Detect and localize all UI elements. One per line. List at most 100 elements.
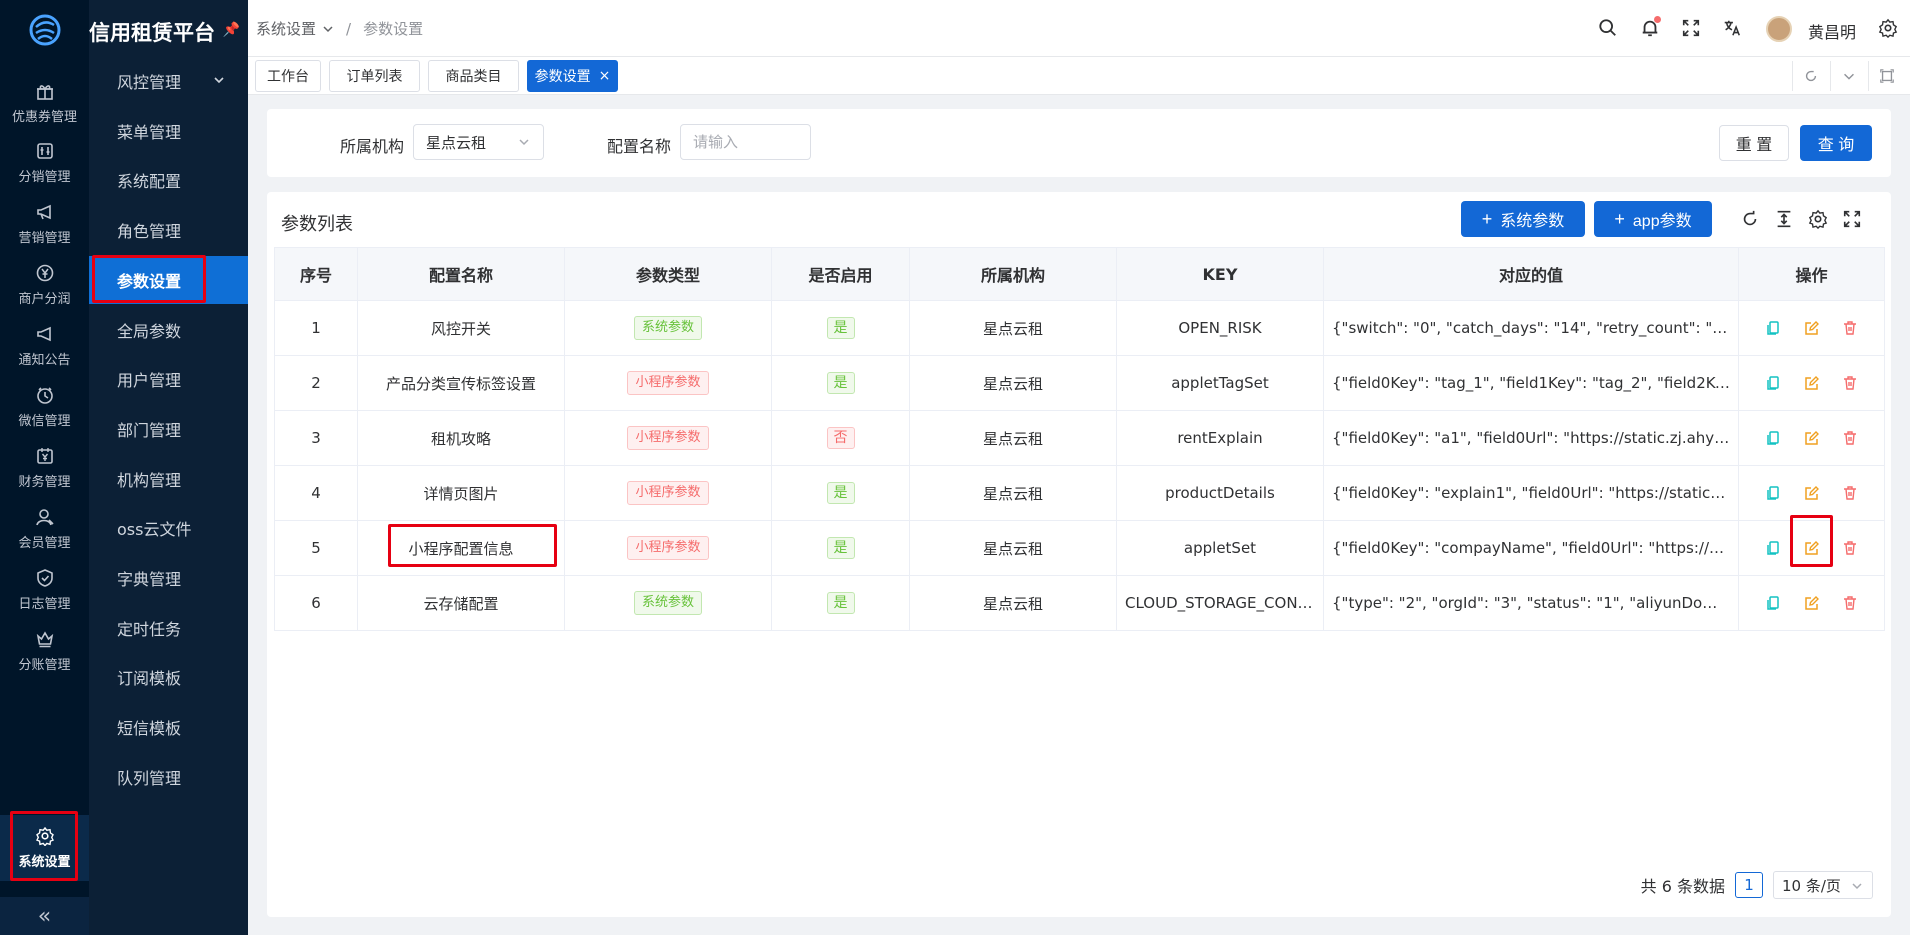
submenu-item-2[interactable]: 系统配置 — [89, 156, 248, 204]
rail-item-4[interactable]: 通知公告 — [0, 313, 89, 379]
top-header: 系统设置 / 参数设置 黄昌明 — [248, 0, 1910, 57]
submenu-item-8[interactable]: 机构管理 — [89, 455, 248, 503]
submenu-item-4[interactable]: 参数设置 — [89, 255, 248, 304]
row-actions — [1747, 595, 1876, 611]
param-type-tag: 系统参数 — [633, 591, 702, 615]
copy-icon[interactable] — [1766, 595, 1782, 611]
delete-icon[interactable] — [1842, 320, 1858, 336]
rail-item-label: 日志管理 — [18, 597, 71, 612]
rail-item-9[interactable]: 分账管理 — [0, 618, 89, 684]
copy-icon[interactable] — [1766, 430, 1782, 446]
rail-item-5[interactable]: 微信管理 — [0, 374, 89, 440]
settings-gear-icon[interactable] — [1878, 18, 1900, 40]
cell-org: 星点云租 — [909, 300, 1117, 356]
enabled-tag: 是 — [826, 372, 855, 394]
double-chevron-left-icon: « — [37, 903, 52, 929]
tab-product-category[interactable]: 商品类目 — [428, 60, 519, 92]
cell-param-type: 小程序参数 — [564, 465, 772, 521]
submenu-item-12[interactable]: 订阅模板 — [89, 653, 248, 701]
column-settings-gear-icon[interactable] — [1805, 206, 1831, 232]
refresh-tab-icon[interactable] — [1792, 61, 1828, 91]
delete-icon[interactable] — [1842, 485, 1858, 501]
submenu-item-10[interactable]: 字典管理 — [89, 554, 248, 602]
rail-item-0[interactable]: 优惠券管理 — [0, 70, 89, 136]
org-select[interactable]: 星点云租 — [413, 124, 544, 160]
collapse-sidebar-button[interactable]: « — [0, 897, 89, 935]
cell-config-name: 小程序配置信息 — [357, 520, 565, 576]
submenu-item-label: 队列管理 — [117, 768, 182, 788]
submenu-item-7[interactable]: 部门管理 — [89, 405, 248, 453]
tab-order-list[interactable]: 订单列表 — [329, 60, 420, 92]
submenu-item-13[interactable]: 短信模板 — [89, 703, 248, 751]
copy-icon[interactable] — [1766, 375, 1782, 391]
submenu-item-3[interactable]: 角色管理 — [89, 206, 248, 254]
rail-item-1[interactable]: 分销管理 — [0, 130, 89, 196]
search-button[interactable]: 查 询 — [1800, 125, 1872, 161]
delete-icon[interactable] — [1842, 540, 1858, 556]
cell-index: 3 — [274, 410, 358, 466]
cell-enabled: 是 — [771, 575, 910, 631]
cell-key: OPEN_RISK — [1116, 300, 1324, 356]
edit-icon[interactable] — [1804, 320, 1820, 336]
cell-org: 星点云租 — [909, 465, 1117, 521]
cell-key: appletSet — [1116, 520, 1324, 576]
shield-icon — [36, 569, 53, 587]
copy-icon[interactable] — [1766, 485, 1782, 501]
density-icon[interactable] — [1771, 206, 1797, 232]
translate-icon[interactable] — [1722, 18, 1744, 40]
submenu-item-11[interactable]: 定时任务 — [89, 604, 248, 652]
card-title: 参数列表 — [281, 214, 353, 235]
submenu-item-1[interactable]: 菜单管理 — [89, 107, 248, 155]
cell-org: 星点云租 — [909, 410, 1117, 466]
edit-icon[interactable] — [1804, 485, 1820, 501]
submenu-item-6[interactable]: 用户管理 — [89, 355, 248, 403]
cell-value: {"field0Key": "compayName", "field0Url":… — [1323, 520, 1739, 576]
cell-actions — [1738, 465, 1885, 521]
edit-icon[interactable] — [1804, 595, 1820, 611]
rail-item-label: 营销管理 — [18, 231, 71, 246]
delete-icon[interactable] — [1842, 375, 1858, 391]
column-header: 参数类型 — [564, 247, 772, 301]
submenu-item-0[interactable]: 风控管理 — [89, 57, 248, 105]
cell-actions — [1738, 300, 1885, 356]
column-header: 操作 — [1738, 247, 1885, 301]
edit-icon[interactable] — [1804, 375, 1820, 391]
add-app-param-button[interactable]: + app参数 — [1594, 201, 1712, 237]
rail-item-7[interactable]: 会员管理 — [0, 496, 89, 562]
reset-button[interactable]: 重 置 — [1719, 125, 1789, 161]
chevron-down-icon — [214, 77, 224, 84]
submenu-item-14[interactable]: 队列管理 — [89, 753, 248, 801]
copy-icon[interactable] — [1766, 320, 1782, 336]
rail-item-8[interactable]: 日志管理 — [0, 557, 89, 623]
maximize-icon[interactable] — [1868, 61, 1904, 91]
delete-icon[interactable] — [1842, 595, 1858, 611]
refresh-icon[interactable] — [1737, 206, 1763, 232]
submenu-item-9[interactable]: oss云文件 — [89, 504, 248, 552]
submenu-item-5[interactable]: 全局参数 — [89, 306, 248, 354]
tab-param-settings[interactable]: 参数设置 × — [527, 60, 618, 92]
config-name-input[interactable] — [680, 124, 811, 160]
tab-menu-chevron-icon[interactable] — [1830, 61, 1866, 91]
bell-icon[interactable] — [1640, 16, 1662, 40]
edit-icon[interactable] — [1804, 430, 1820, 446]
close-tab-icon[interactable]: × — [599, 68, 611, 84]
rail-item-2[interactable]: 营销管理 — [0, 191, 89, 257]
page-number-button[interactable]: 1 — [1735, 872, 1763, 898]
avatar[interactable] — [1766, 16, 1792, 42]
rail-item-6[interactable]: 财务管理 — [0, 435, 89, 501]
search-icon[interactable] — [1598, 18, 1620, 40]
add-system-param-button[interactable]: + 系统参数 — [1461, 201, 1585, 237]
rail-item-10[interactable]: 系统设置 — [0, 815, 89, 881]
rail-item-3[interactable]: 商户分润 — [0, 252, 89, 318]
edit-icon[interactable] — [1804, 540, 1820, 556]
fullscreen-icon[interactable] — [1681, 18, 1703, 40]
username[interactable]: 黄昌明 — [1808, 19, 1856, 43]
delete-icon[interactable] — [1842, 430, 1858, 446]
table-fullscreen-icon[interactable] — [1839, 206, 1865, 232]
tab-workbench[interactable]: 工作台 — [255, 60, 321, 92]
crown-icon — [36, 631, 53, 648]
breadcrumb-parent[interactable]: 系统设置 — [256, 18, 316, 39]
pin-icon[interactable]: 📌 — [223, 22, 240, 38]
copy-icon[interactable] — [1766, 540, 1782, 556]
page-size-select[interactable]: 10 条/页 — [1773, 871, 1873, 899]
